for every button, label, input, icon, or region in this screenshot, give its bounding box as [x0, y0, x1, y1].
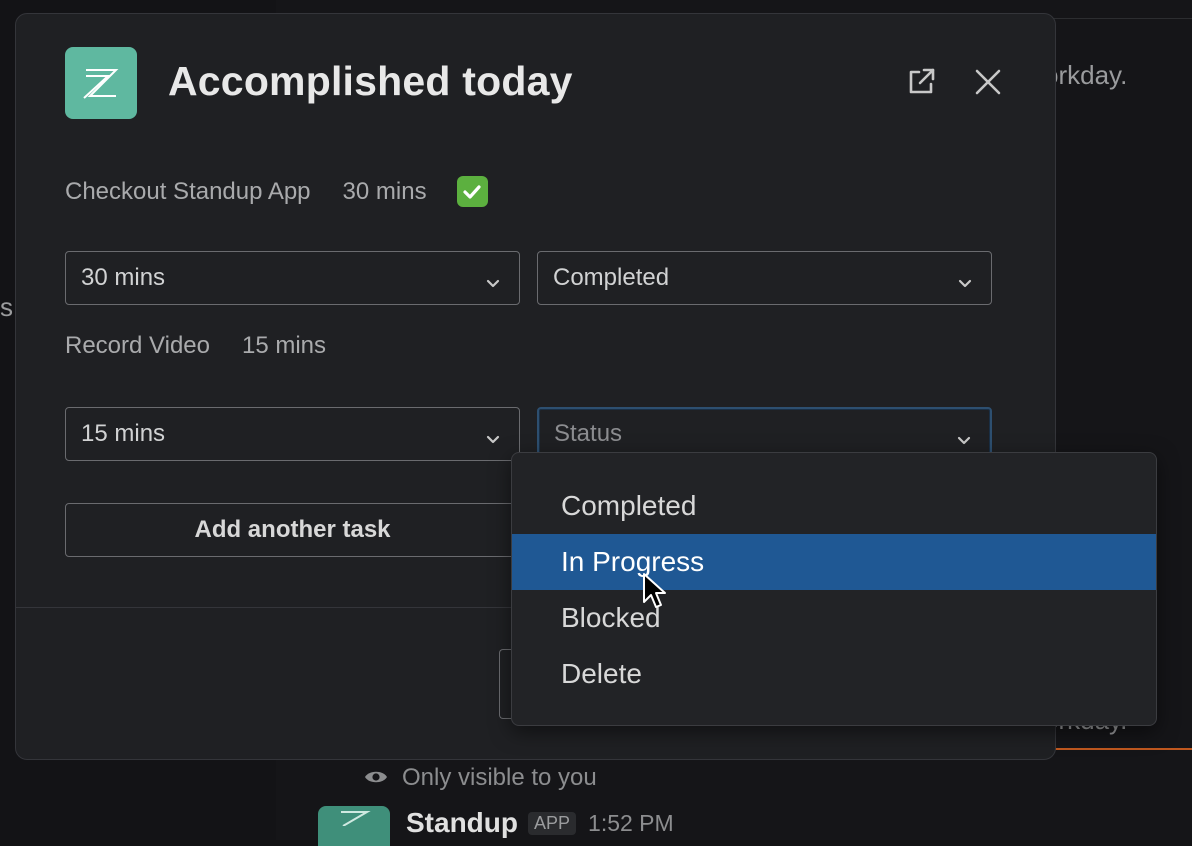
duration-select[interactable]: 30 mins — [65, 251, 520, 305]
duration-select-value: 30 mins — [81, 264, 166, 291]
mouse-pointer-icon — [642, 572, 668, 617]
dropdown-option-delete[interactable]: Delete — [512, 646, 1156, 702]
status-select[interactable]: Completed — [537, 251, 992, 305]
message-timestamp[interactable]: 1:52 PM — [588, 810, 674, 837]
close-icon[interactable] — [970, 64, 1006, 100]
app-message-header: Standup APP 1:52 PM — [318, 806, 674, 846]
check-mark-icon — [456, 176, 488, 207]
avatar — [318, 806, 390, 846]
status-select-placeholder: Status — [554, 420, 623, 447]
dropdown-option-in-progress[interactable]: In Progress — [512, 534, 1156, 590]
task-summary: Checkout Standup App 30 mins — [65, 176, 488, 207]
external-link-icon[interactable] — [903, 64, 939, 100]
status-dropdown-menu: Completed In Progress Blocked Delete — [511, 452, 1157, 726]
app-badge: APP — [528, 811, 577, 835]
visibility-note: Only visible to you — [364, 764, 597, 792]
zapier-z-icon — [65, 47, 137, 119]
task-duration: 30 mins — [342, 177, 427, 205]
app-name[interactable]: Standup — [406, 807, 518, 839]
duration-select[interactable]: 15 mins — [65, 407, 520, 461]
task-summary: Record Video 15 mins — [65, 332, 326, 360]
duration-select-value: 15 mins — [81, 420, 166, 447]
eye-icon — [364, 764, 388, 792]
dropdown-option-blocked[interactable]: Blocked — [512, 590, 1156, 646]
chevron-down-icon — [957, 270, 973, 298]
background-sidebar-text: s — [0, 292, 13, 322]
task-name: Record Video — [65, 332, 210, 359]
chevron-down-icon — [956, 427, 972, 455]
visibility-note-text: Only visible to you — [402, 764, 597, 791]
dropdown-option-completed[interactable]: Completed — [512, 478, 1156, 534]
chevron-down-icon — [485, 426, 501, 454]
add-task-button[interactable]: Add another task — [65, 503, 520, 557]
background-new-line — [1050, 748, 1192, 750]
task-name: Checkout Standup App — [65, 177, 311, 205]
task-duration: 15 mins — [241, 332, 327, 359]
background-message-text: orkday. — [1044, 60, 1128, 90]
chevron-down-icon — [485, 270, 501, 298]
modal-title: Accomplished today — [168, 58, 573, 104]
status-select-value: Completed — [553, 264, 670, 291]
